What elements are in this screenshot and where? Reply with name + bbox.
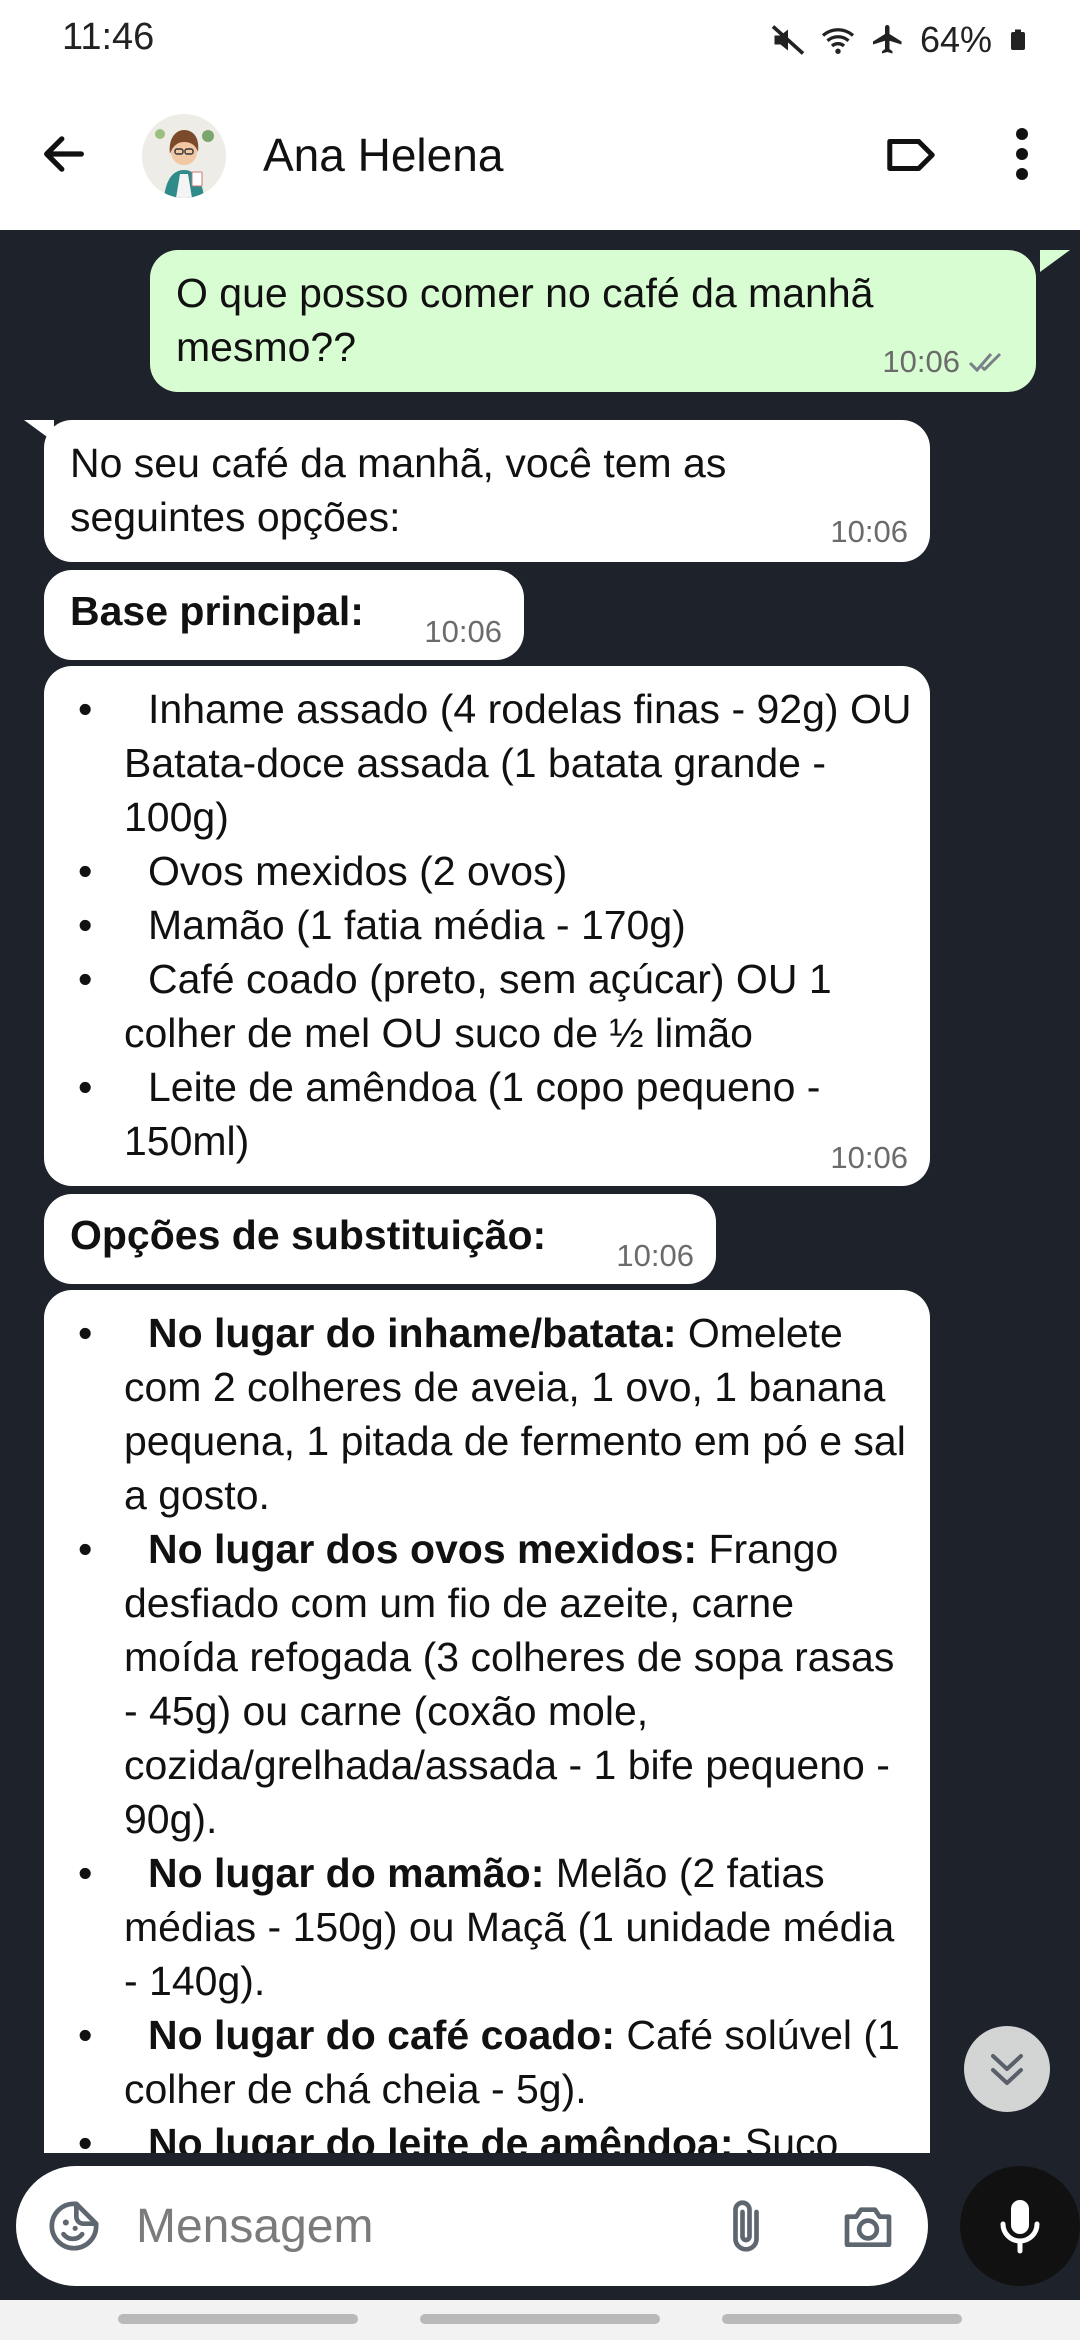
- list-item: No lugar do café coado: Café solúvel (1 …: [44, 2008, 914, 2116]
- status-icons: 64%: [770, 18, 1030, 62]
- status-time: 11:46: [62, 16, 155, 58]
- list-item: Mamão (1 fatia média - 170g): [44, 898, 914, 952]
- label-icon[interactable]: [884, 130, 938, 180]
- sticker-icon[interactable]: [46, 2198, 102, 2254]
- paperclip-icon[interactable]: [718, 2196, 774, 2256]
- nav-back[interactable]: [722, 2314, 962, 2324]
- list-item: Ovos mexidos (2 ovos): [44, 844, 914, 898]
- list-item: Café coado (preto, sem açúcar) OU 1 colh…: [44, 952, 914, 1060]
- list-item: Leite de amêndoa (1 copo pequeno - 150ml…: [44, 1060, 914, 1168]
- message-input[interactable]: [136, 2190, 696, 2262]
- message-time: 10:06: [616, 1238, 694, 1273]
- message-text: O que posso comer no café da manhã mesmo…: [176, 270, 874, 370]
- nav-home[interactable]: [420, 2314, 660, 2324]
- navigation-bar: [0, 2300, 1080, 2340]
- incoming-message[interactable]: Opções de substituição: 10:06: [44, 1194, 716, 1284]
- battery-icon: [1011, 29, 1025, 50]
- chat-header: Ana Helena: [0, 80, 1080, 230]
- microphone-button[interactable]: [960, 2166, 1080, 2286]
- message-list: Inhame assado (4 rodelas finas - 92g) OU…: [44, 682, 914, 1168]
- incoming-message[interactable]: No lugar do inhame/batata: Omelete com 2…: [44, 1290, 930, 2153]
- nav-recents[interactable]: [118, 2314, 358, 2324]
- outgoing-bubble-tail: [1040, 250, 1070, 272]
- contact-name[interactable]: Ana Helena: [263, 128, 503, 182]
- message-time: 10:06: [424, 614, 502, 649]
- list-item: Inhame assado (4 rodelas finas - 92g) OU…: [44, 682, 914, 844]
- outgoing-message[interactable]: O que posso comer no café da manhã mesmo…: [150, 250, 1036, 392]
- message-text: No seu café da manhã, você tem as seguin…: [70, 440, 727, 540]
- more-options-icon[interactable]: [1002, 124, 1042, 184]
- message-composer: [16, 2166, 928, 2286]
- message-heading: Base principal:: [70, 588, 364, 634]
- microphone-icon: [1000, 2200, 1040, 2254]
- incoming-message[interactable]: No seu café da manhã, você tem as seguin…: [44, 420, 930, 562]
- back-arrow-icon[interactable]: [38, 128, 90, 180]
- avatar[interactable]: [142, 114, 226, 198]
- avatar-illustration: [142, 114, 226, 198]
- chat-area[interactable]: O que posso comer no café da manhã mesmo…: [0, 230, 1080, 2153]
- list-item: No lugar do inhame/batata: Omelete com 2…: [44, 1306, 914, 1522]
- message-list: No lugar do inhame/batata: Omelete com 2…: [44, 1306, 914, 2153]
- message-heading: Opções de substituição:: [70, 1212, 547, 1258]
- message-time: 10:06: [830, 1140, 908, 1175]
- message-time: 10:06: [882, 344, 960, 379]
- camera-icon[interactable]: [838, 2198, 898, 2254]
- list-item: No lugar do mamão: Melão (2 fatias média…: [44, 1846, 914, 2008]
- incoming-message[interactable]: Base principal: 10:06: [44, 570, 524, 660]
- incoming-message[interactable]: Inhame assado (4 rodelas finas - 92g) OU…: [44, 666, 930, 1186]
- wifi-icon: [821, 28, 855, 54]
- airplane-icon: [872, 25, 902, 54]
- read-ticks-icon: [968, 352, 1002, 373]
- list-item: No lugar dos ovos mexidos: Frango desfia…: [44, 1522, 914, 1846]
- double-chevron-down-icon: [991, 2054, 1023, 2085]
- list-item: No lugar do leite de amêndoa: Suco: [44, 2116, 914, 2153]
- battery-percent: 64%: [919, 19, 992, 60]
- message-time: 10:06: [830, 514, 908, 549]
- scroll-to-bottom-button[interactable]: [964, 2026, 1050, 2112]
- status-bar: 11:46 64%: [0, 0, 1080, 80]
- mute-icon: [771, 25, 805, 55]
